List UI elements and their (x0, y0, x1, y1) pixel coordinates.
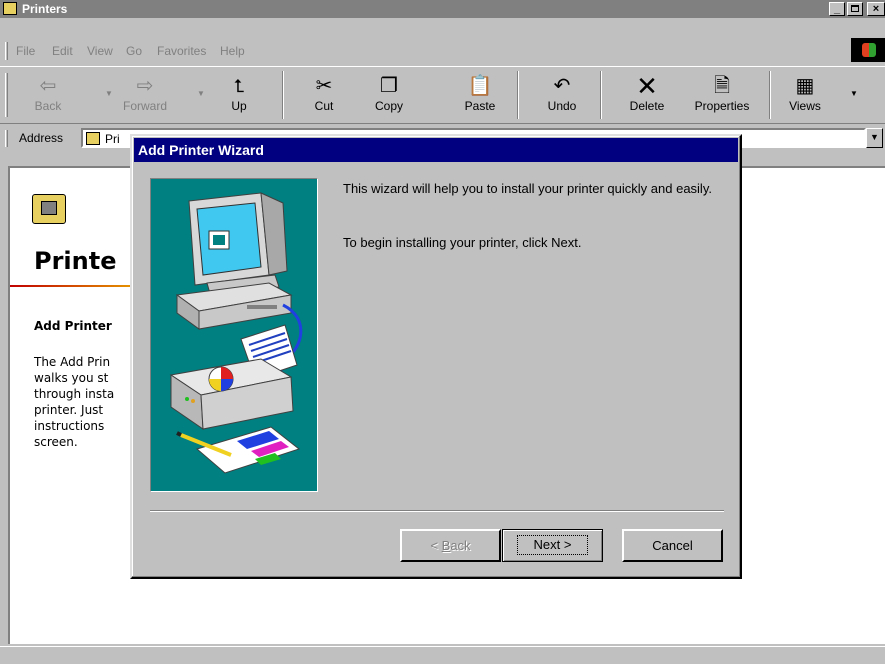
toolbar-separator (517, 71, 519, 119)
standard-toolbar: ⇦ Back ▼ ⇨ Forward ▼ ⮤ Up ✂ Cut ❐ Copy 📋… (0, 66, 885, 124)
back-label: Back (34, 99, 62, 113)
views-button[interactable]: ▦ Views (782, 67, 828, 123)
address-grip[interactable] (5, 130, 8, 147)
printers-folder-icon (3, 2, 17, 15)
menu-go-label: Go (126, 44, 143, 58)
forward-button[interactable]: ⇨ Forward (115, 67, 175, 123)
address-dropdown-icon[interactable]: ▼ (866, 128, 883, 148)
undo-label: Undo (547, 99, 577, 113)
forward-label: Forward (122, 99, 167, 113)
menu-file-label: File (16, 44, 36, 58)
back-prefix: < (430, 538, 442, 553)
printers-folder-icon (86, 132, 100, 145)
toolbar-separator (282, 71, 284, 119)
address-label: Address (19, 131, 64, 145)
content-subtitle: Add Printer (34, 319, 112, 333)
forward-dropdown-icon[interactable]: ▼ (197, 89, 205, 98)
menu-favorites[interactable]: Favorites (157, 44, 206, 58)
views-icon: ▦ (795, 75, 815, 97)
dialog-title[interactable]: Add Printer Wizard (134, 138, 738, 162)
menu-bar: File Edit View Go Favorites Help (0, 38, 885, 60)
copy-button[interactable]: ❐ Copy (365, 67, 413, 123)
menu-edit[interactable]: Edit (52, 44, 73, 58)
maximize-button[interactable] (847, 2, 863, 16)
computer-printer-illustration (150, 178, 318, 492)
maximize-icon (851, 5, 859, 12)
up-folder-icon: ⮤ (233, 76, 245, 96)
cancel-button[interactable]: Cancel (622, 529, 723, 562)
delete-button[interactable]: ✕ Delete (622, 67, 672, 123)
properties-button[interactable]: 🗎 Properties (686, 67, 758, 123)
undo-icon: ↶ (553, 75, 571, 97)
back-label-rest: ack (450, 538, 471, 553)
up-label: Up (231, 99, 247, 113)
printers-folder-icon (32, 194, 66, 224)
properties-label: Properties (694, 99, 750, 113)
cut-button[interactable]: ✂ Cut (304, 67, 344, 123)
back-button[interactable]: ⇦ Back (26, 67, 70, 123)
cut-label: Cut (314, 99, 334, 113)
menu-help-label: Help (220, 44, 245, 58)
window-title: Printers (22, 2, 68, 16)
views-label: Views (789, 99, 821, 113)
window-titlebar: Printers _ × (0, 0, 885, 18)
content-title: Printe (34, 247, 117, 275)
close-button[interactable]: × (867, 2, 885, 16)
back-arrow-icon: ⇦ (39, 75, 57, 97)
toolbar-separator (769, 71, 771, 119)
add-printer-wizard-dialog: Add Printer Wizard This wizard will help… (130, 134, 742, 579)
cut-scissors-icon: ✂ (315, 75, 333, 97)
next-label: Next > (516, 535, 589, 555)
menu-view-label: View (87, 44, 113, 58)
paste-button[interactable]: 📋 Paste (455, 67, 505, 123)
copy-icon: ❐ (380, 75, 398, 97)
menu-file[interactable]: File (16, 44, 35, 58)
menu-view[interactable]: View (87, 44, 113, 58)
address-value: Pri (105, 132, 120, 146)
back-dropdown-icon[interactable]: ▼ (105, 89, 113, 98)
undo-button[interactable]: ↶ Undo (540, 67, 584, 123)
up-button[interactable]: ⮤ Up (218, 67, 260, 123)
next-button[interactable]: Next > (502, 529, 603, 562)
views-dropdown-icon[interactable]: ▼ (850, 89, 858, 98)
status-bar (0, 646, 885, 664)
windows-logo-icon (851, 38, 885, 62)
delete-x-icon: ✕ (636, 71, 658, 101)
toolbar-separator (600, 71, 602, 119)
wizard-intro-text: This wizard will help you to install you… (343, 181, 712, 196)
paste-icon: 📋 (467, 75, 493, 97)
paste-label: Paste (464, 99, 496, 113)
back-button[interactable]: < Back (400, 529, 501, 562)
menu-help[interactable]: Help (220, 44, 245, 58)
menu-favorites-label: Favorites (157, 44, 207, 58)
wizard-illustration-svg (169, 192, 303, 474)
toolbar-grip[interactable] (5, 73, 8, 117)
copy-label: Copy (374, 99, 403, 113)
delete-label: Delete (629, 99, 665, 113)
menu-go[interactable]: Go (126, 44, 142, 58)
wizard-instruction-text: To begin installing your printer, click … (343, 235, 582, 250)
minimize-button[interactable]: _ (829, 2, 845, 16)
menu-edit-label: Edit (52, 44, 73, 58)
forward-arrow-icon: ⇨ (136, 75, 154, 97)
dialog-separator (150, 510, 724, 512)
menu-grip[interactable] (5, 42, 8, 60)
properties-icon: 🗎 (713, 75, 731, 97)
